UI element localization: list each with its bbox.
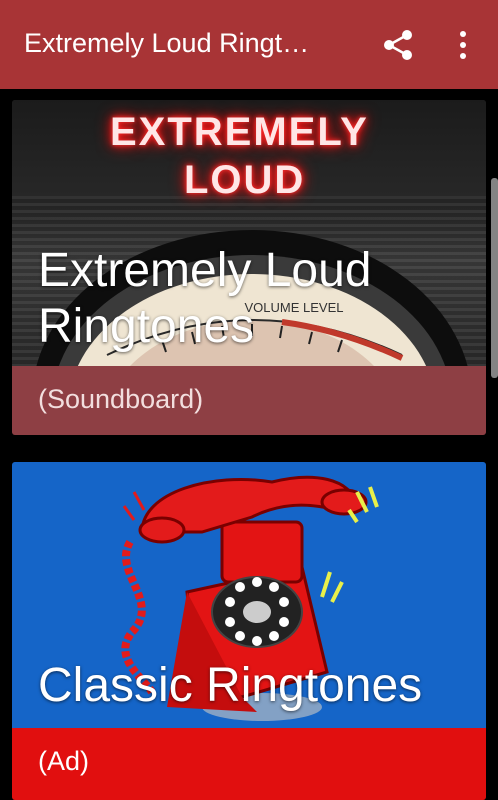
card-subtitle: (Ad)	[38, 746, 90, 776]
card-footer: (Soundboard)	[12, 366, 486, 435]
card-footer: (Ad)	[12, 728, 486, 800]
app-title: Extremely Loud Ringt…	[24, 28, 310, 58]
card-title: Extremely Loud Ringtones	[38, 244, 372, 353]
soundboard-card[interactable]: VOLUME LEVEL EXTREMELY LOUD Extremely Lo…	[12, 100, 486, 435]
neon-text-loud: LOUD	[184, 158, 306, 202]
share-icon[interactable]	[383, 29, 413, 61]
more-vert-icon[interactable]	[456, 30, 470, 60]
neon-text-extremely: EXTREMELY	[110, 110, 369, 154]
classic-ringtones-card[interactable]: Classic Ringtones (Ad)	[12, 462, 486, 800]
app-bar: Extremely Loud Ringt…	[0, 0, 498, 89]
scrollbar[interactable]	[491, 178, 498, 378]
card-title: Classic Ringtones	[38, 659, 423, 712]
card-subtitle: (Soundboard)	[38, 384, 204, 414]
